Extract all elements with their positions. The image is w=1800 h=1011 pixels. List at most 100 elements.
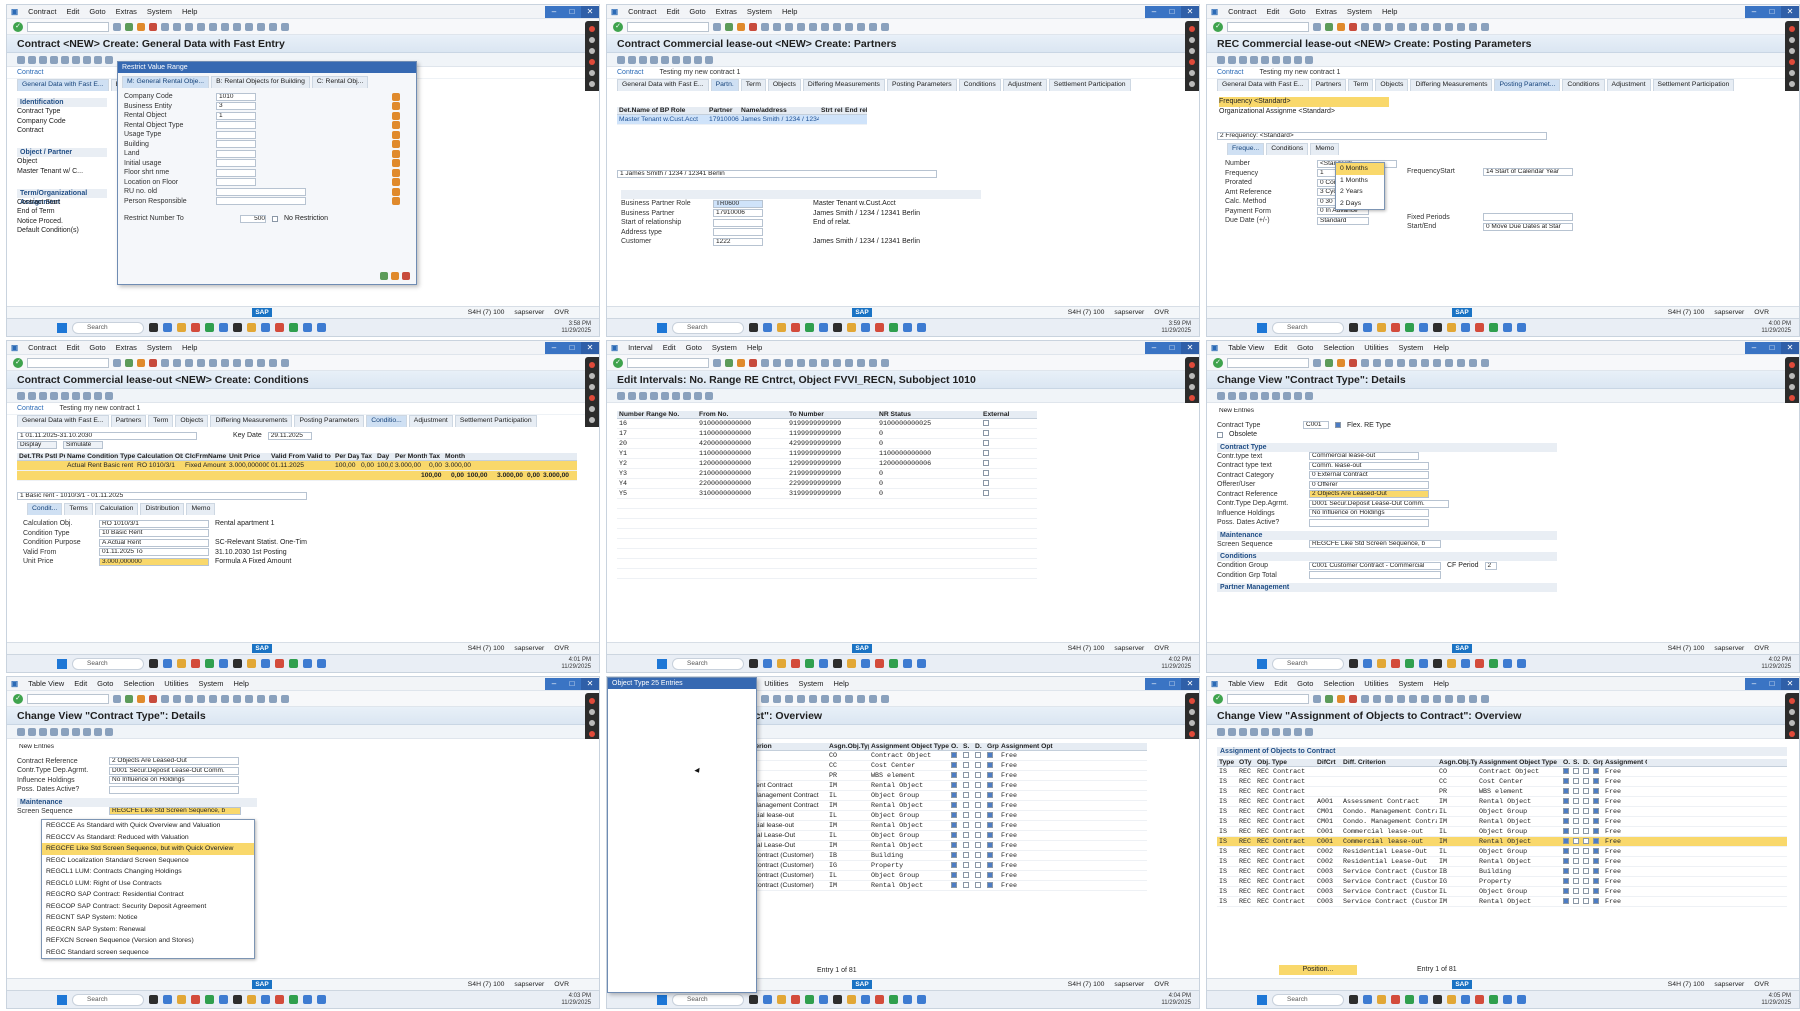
close-button[interactable]: ✕	[1781, 677, 1799, 690]
interval-cell-1[interactable]: 1100000000000	[697, 450, 787, 458]
exit-icon[interactable]	[1337, 358, 1345, 367]
new-session-icon[interactable]	[245, 22, 253, 31]
interval-row[interactable]: Y4 2200000000000 2299999999999 0	[617, 479, 1037, 489]
tab-4[interactable]: Differing Measurements	[210, 415, 293, 427]
save-draft-icon[interactable]	[1250, 391, 1258, 400]
taskbar-app-icon[interactable]	[233, 659, 242, 668]
taskbar-app-icon[interactable]	[903, 323, 912, 332]
shortcut-icon[interactable]	[257, 358, 265, 367]
assign-checkbox[interactable]	[951, 812, 957, 819]
assign-checkbox[interactable]	[951, 802, 957, 809]
recorder-icon[interactable]	[1189, 720, 1195, 726]
interval-row[interactable]: 17 1100000000000 1199999999999 0	[617, 429, 1037, 439]
prev-page-icon[interactable]	[209, 694, 217, 703]
window-menu-icon[interactable]: ▣	[1211, 343, 1218, 352]
display-change-icon[interactable]	[1217, 55, 1225, 64]
print-icon[interactable]	[161, 22, 169, 31]
overview-icon[interactable]	[61, 727, 69, 736]
exit-icon[interactable]	[137, 694, 145, 703]
attachment-icon[interactable]	[94, 727, 102, 736]
taskbar-app-icon[interactable]	[289, 995, 298, 1004]
assignment-row[interactable]: IS REC REC Contract C001 Commercial lease-ou…	[1217, 837, 1787, 847]
assign-checkbox[interactable]	[1583, 788, 1589, 795]
assign-checkbox[interactable]	[1563, 808, 1569, 815]
taskbar-app-icon[interactable]	[1391, 995, 1400, 1004]
assign-checkbox[interactable]	[963, 802, 969, 809]
assignment-row[interactable]: IS REC REC Contract C003 Service Contract (C…	[1217, 897, 1787, 907]
back-icon[interactable]	[125, 22, 133, 31]
window-menu-icon[interactable]: ▣	[11, 679, 18, 688]
cond-subtab-0[interactable]: Condit...	[27, 503, 63, 515]
cond-field-input[interactable]: A Actual Rent	[99, 538, 209, 547]
taskbar-app-icon[interactable]	[777, 659, 786, 668]
next-page-icon[interactable]	[821, 358, 829, 367]
assign-checkbox[interactable]	[987, 882, 993, 889]
exit-icon[interactable]	[737, 358, 745, 367]
detail-input[interactable]	[713, 228, 763, 237]
assign-checkbox[interactable]	[1563, 798, 1569, 805]
minimize-button[interactable]: –	[545, 5, 563, 18]
close-button[interactable]: ✕	[581, 5, 599, 18]
assign-checkbox[interactable]	[963, 852, 969, 859]
assign-checkbox[interactable]	[987, 822, 993, 829]
interval-cell-2[interactable]: 1299999999999	[787, 460, 877, 468]
assign-checkbox[interactable]	[1573, 818, 1579, 825]
menu-item-help[interactable]: Help	[1433, 679, 1448, 688]
dialog-field-input[interactable]	[216, 187, 306, 196]
cond-subtab-2[interactable]: Calculation	[94, 503, 139, 515]
right-field-input[interactable]: 14 Start of Calendar Year	[1483, 167, 1573, 176]
multiple-selection-icon[interactable]	[392, 149, 400, 158]
enter-icon[interactable]: ✓	[13, 693, 23, 704]
menu-item-contract[interactable]: Contract	[28, 7, 56, 16]
screen-seq-option[interactable]: REGCOP SAP Contract: Security Deposit Ag…	[42, 901, 254, 913]
assignment-row[interactable]: Service Contract (Customer) IL Object Grou…	[727, 871, 1147, 881]
menu-item-help[interactable]: Help	[833, 679, 848, 688]
exit-icon[interactable]	[137, 22, 145, 31]
subtab-2[interactable]: Memo	[1310, 143, 1340, 155]
status-mode[interactable]: OVR	[1754, 309, 1769, 316]
taskbar-app-icon[interactable]	[805, 323, 814, 332]
status-mode[interactable]: OVR	[554, 981, 569, 988]
recorder-icon[interactable]	[1789, 720, 1795, 726]
position-button[interactable]: Position...	[1279, 965, 1357, 975]
taskbar-app-icon[interactable]	[1461, 659, 1470, 668]
assign-checkbox[interactable]	[963, 772, 969, 779]
taskbar-app-icon[interactable]	[917, 995, 926, 1004]
find-next-icon[interactable]	[1385, 358, 1393, 367]
maximize-button[interactable]: □	[563, 5, 581, 18]
taskbar-app-icon[interactable]	[1447, 995, 1456, 1004]
tab-7[interactable]: Adjustment	[1606, 79, 1651, 91]
tab-6[interactable]: Conditions	[1562, 79, 1605, 91]
taskbar-app-icon[interactable]	[1433, 323, 1442, 332]
tab-8[interactable]: Settlement Participation	[454, 415, 537, 427]
assignment-row[interactable]: Residential Lease-Out IM Rental Object Free	[727, 841, 1147, 851]
assign-checkbox[interactable]	[1573, 808, 1579, 815]
last-page-icon[interactable]	[1433, 694, 1441, 703]
recorder-icon[interactable]	[1189, 48, 1195, 54]
recorder-icon[interactable]	[589, 81, 595, 87]
new-session-icon[interactable]	[1445, 22, 1453, 31]
enter-icon[interactable]: ✓	[1213, 357, 1223, 368]
menu-item-contract[interactable]: Contract	[28, 343, 56, 352]
new-entries-button[interactable]: New Entries	[17, 744, 67, 752]
recorder-icon[interactable]	[589, 384, 595, 390]
assign-checkbox[interactable]	[1563, 818, 1569, 825]
assign-checkbox[interactable]	[1563, 848, 1569, 855]
next-page-icon[interactable]	[821, 22, 829, 31]
attachment-icon[interactable]	[1294, 391, 1302, 400]
taskbar-app-icon[interactable]	[1377, 995, 1386, 1004]
taskbar-search[interactable]: Search	[672, 993, 744, 1006]
recorder-icon[interactable]	[589, 406, 595, 412]
back-icon[interactable]	[125, 694, 133, 703]
interval-cell-3[interactable]: 0	[877, 480, 981, 488]
status-system[interactable]: S4H (7) 100	[1668, 645, 1705, 652]
dialog-tab-2[interactable]: C: Rental Obj...	[311, 76, 369, 88]
detail-icon[interactable]	[672, 391, 680, 400]
external-checkbox[interactable]	[983, 450, 989, 457]
save-draft-icon[interactable]	[1250, 55, 1258, 64]
taskbar-app-icon[interactable]	[1475, 323, 1484, 332]
assign-checkbox[interactable]	[987, 832, 993, 839]
taskbar-app-icon[interactable]	[903, 995, 912, 1004]
check-icon[interactable]	[1239, 55, 1247, 64]
taskbar-app-icon[interactable]	[1419, 659, 1428, 668]
